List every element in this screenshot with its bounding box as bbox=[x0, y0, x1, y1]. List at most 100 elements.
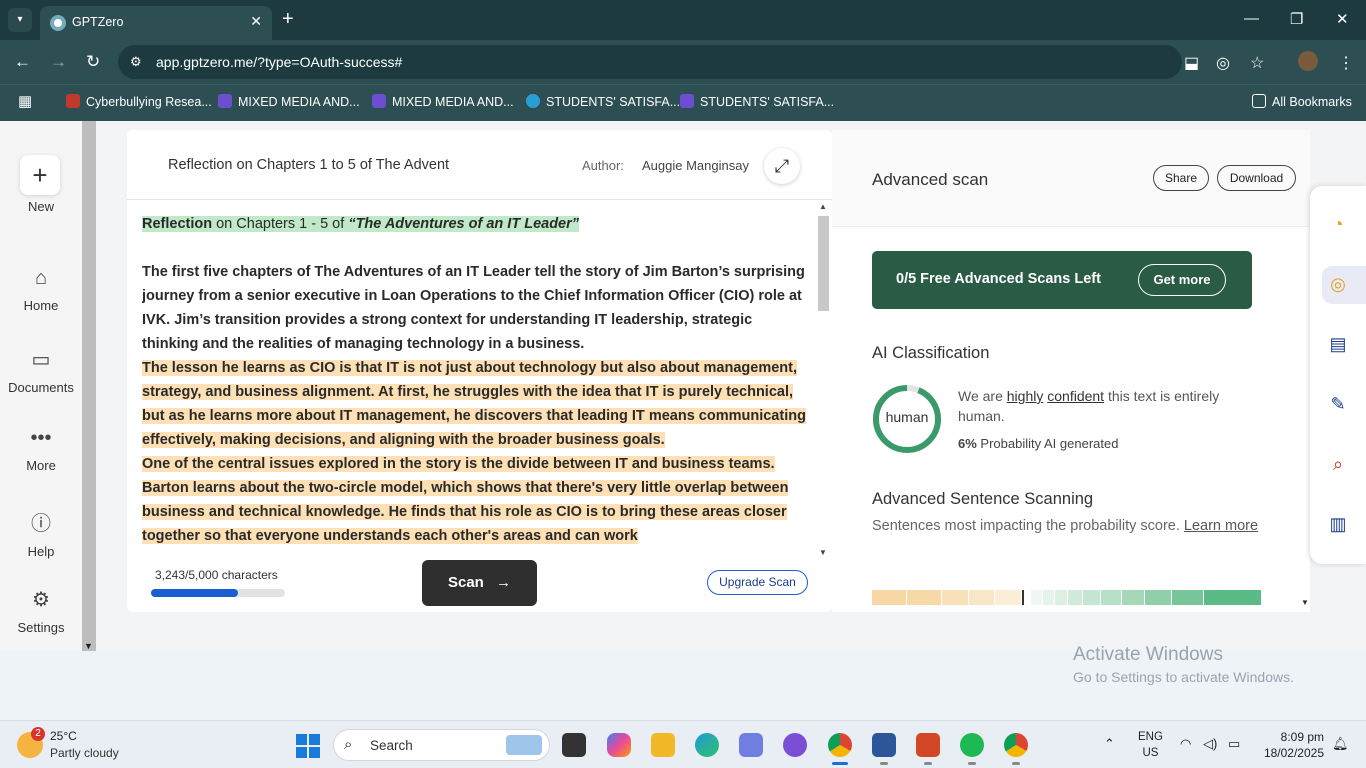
forward-icon[interactable]: → bbox=[50, 52, 67, 72]
chrome-icon[interactable] bbox=[828, 733, 852, 757]
bookmark-item[interactable]: Cyberbullying Resea... bbox=[66, 94, 212, 109]
ai-scan-icon[interactable]: ◔ bbox=[1324, 210, 1352, 238]
get-more-button[interactable]: Get more bbox=[1138, 264, 1226, 296]
page-scrollbar[interactable]: ▼ bbox=[82, 121, 96, 651]
sidebar-item-new-label[interactable]: New bbox=[0, 199, 82, 214]
download-button[interactable]: Download bbox=[1217, 165, 1296, 191]
confident-link[interactable]: confident bbox=[1047, 388, 1104, 404]
all-bookmarks[interactable]: All Bookmarks bbox=[1252, 94, 1352, 109]
scroll-up-icon[interactable]: ▲ bbox=[819, 202, 827, 211]
home-icon: ⌂ bbox=[34, 267, 48, 289]
start-button[interactable] bbox=[296, 734, 320, 758]
window-close-icon[interactable]: ✕ bbox=[1336, 10, 1349, 28]
tab-title: GPTZero bbox=[72, 15, 124, 29]
highly-link[interactable]: highly bbox=[1007, 388, 1044, 404]
bookmark-favicon-icon bbox=[680, 94, 694, 108]
sidebar-item-home[interactable]: ⌂ Home bbox=[0, 267, 82, 313]
sidebar-item-more[interactable]: ••• More bbox=[0, 427, 82, 473]
editor-scrollbar-thumb[interactable] bbox=[818, 216, 829, 311]
bookmark-item[interactable]: MIXED MEDIA AND... bbox=[218, 94, 360, 109]
advanced-scan-icon[interactable]: ◎ bbox=[1324, 270, 1352, 298]
bookmark-star-icon[interactable]: ☆ bbox=[1250, 53, 1264, 73]
plus-icon: + bbox=[32, 160, 48, 190]
heatmap-segment bbox=[1121, 590, 1146, 605]
bookmark-item[interactable]: STUDENTS' SATISFA... bbox=[526, 94, 680, 109]
chevron-up-icon[interactable]: ⌃ bbox=[1104, 736, 1115, 752]
sidebar-item-settings[interactable]: ⚙ Settings bbox=[0, 587, 82, 635]
report-icon[interactable]: ▥ bbox=[1324, 510, 1352, 538]
taskbar-search[interactable]: ⌕ Search bbox=[333, 729, 550, 761]
edit-document-icon[interactable]: ✎ bbox=[1324, 390, 1352, 418]
install-app-icon[interactable]: ⬓ bbox=[1184, 53, 1199, 73]
heatmap-segment bbox=[942, 590, 969, 605]
sidebar-item-documents[interactable]: ▭ Documents bbox=[0, 347, 82, 395]
scrollbar-thumb[interactable] bbox=[82, 121, 96, 623]
word-icon[interactable] bbox=[872, 733, 896, 757]
sentence-scanning-desc: Sentences most impacting the probability… bbox=[872, 518, 1259, 534]
language-indicator[interactable]: ENG US bbox=[1138, 729, 1163, 761]
bookmark-item[interactable]: MIXED MEDIA AND... bbox=[372, 94, 514, 109]
sidebar-item-help[interactable]: ⓘ Help bbox=[0, 507, 82, 559]
confidence-text: We are highly confident this text is ent… bbox=[958, 388, 1220, 424]
upgrade-scan-button[interactable]: Upgrade Scan bbox=[707, 570, 808, 595]
search-document-icon[interactable]: ⌕ bbox=[1324, 450, 1352, 478]
volume-icon[interactable]: ◁) bbox=[1203, 736, 1217, 752]
folder-icon: ▭ bbox=[31, 349, 51, 371]
weather-temperature[interactable]: 25°C bbox=[50, 729, 77, 743]
weather-description[interactable]: Partly cloudy bbox=[50, 746, 119, 760]
tracking-off-icon[interactable]: ◎ bbox=[1216, 53, 1230, 73]
scroll-down-icon[interactable]: ▼ bbox=[819, 548, 827, 557]
bookmark-favicon-icon bbox=[66, 94, 80, 108]
powerpoint-icon[interactable] bbox=[916, 733, 940, 757]
new-tab-button[interactable]: + bbox=[282, 8, 294, 30]
chrome-running-indicator bbox=[832, 762, 848, 765]
notification-bell-icon[interactable]: 🔔︎ bbox=[1332, 736, 1349, 752]
edge-icon[interactable] bbox=[695, 733, 719, 757]
bookmark-favicon-icon bbox=[526, 94, 540, 108]
tab-search-button[interactable]: ▾ bbox=[8, 8, 32, 32]
photos-app-icon[interactable] bbox=[739, 733, 763, 757]
menu-kebab-icon[interactable]: ⋮ bbox=[1338, 53, 1354, 73]
character-count: 3,243/5,000 characters bbox=[155, 568, 278, 582]
reload-icon[interactable]: ↻ bbox=[86, 52, 100, 72]
sentence-heatmap-bar[interactable] bbox=[872, 590, 1263, 605]
author-field[interactable]: Auggie Manginsay bbox=[642, 158, 752, 173]
editor-header: Reflection on Chapters 1 to 5 of The Adv… bbox=[127, 130, 832, 200]
address-bar[interactable]: ⚙ app.gptzero.me/?type=OAuth-success# bbox=[118, 45, 1182, 79]
new-document-button[interactable]: + bbox=[20, 155, 60, 195]
battery-icon[interactable]: ▭ bbox=[1228, 736, 1240, 752]
apps-grid-icon[interactable]: ▦ bbox=[18, 92, 32, 110]
tab-close-icon[interactable]: ✕ bbox=[250, 13, 262, 30]
document-title[interactable]: Reflection on Chapters 1 to 5 of The Adv… bbox=[168, 157, 449, 173]
heatmap-segment bbox=[995, 590, 1022, 605]
profile-avatar[interactable] bbox=[1298, 51, 1318, 71]
bookmark-item[interactable]: STUDENTS' SATISFA... bbox=[680, 94, 834, 109]
chrome-profile-running-indicator bbox=[1012, 762, 1020, 765]
editor-panel: Reflection on Chapters 1 to 5 of The Adv… bbox=[127, 130, 832, 612]
document-text-area[interactable]: Reflection on Chapters 1 - 5 of “The Adv… bbox=[142, 212, 812, 562]
restore-icon[interactable]: ❐ bbox=[1290, 10, 1303, 28]
viber-icon[interactable] bbox=[783, 733, 807, 757]
site-info-icon[interactable]: ⚙ bbox=[130, 54, 142, 70]
clock[interactable]: 8:09 pm 18/02/2025 bbox=[1258, 729, 1324, 761]
compare-icon[interactable]: ▤ bbox=[1324, 330, 1352, 358]
bookmarks-bar: ▦ Cyberbullying Resea... MIXED MEDIA AND… bbox=[0, 84, 1366, 121]
file-explorer-icon[interactable] bbox=[651, 733, 675, 757]
chrome-profile-icon[interactable] bbox=[1004, 733, 1028, 757]
tab-gptzero[interactable]: GPTZero ✕ bbox=[40, 6, 272, 40]
minimize-icon[interactable]: — bbox=[1244, 10, 1259, 27]
heatmap-segment bbox=[1204, 590, 1263, 605]
copilot-icon[interactable] bbox=[607, 733, 631, 757]
scroll-down-icon[interactable]: ▼ bbox=[1301, 598, 1309, 607]
spotify-icon[interactable] bbox=[960, 733, 984, 757]
learn-more-link[interactable]: Learn more bbox=[1184, 518, 1258, 534]
task-view-icon[interactable] bbox=[562, 733, 586, 757]
editor-scrollbar[interactable]: ▲ ▼ bbox=[816, 202, 830, 557]
expand-button[interactable]: ⤢ bbox=[764, 148, 800, 184]
scroll-down-icon[interactable]: ▼ bbox=[84, 641, 93, 651]
share-button[interactable]: Share bbox=[1153, 165, 1209, 191]
back-icon[interactable]: ← bbox=[14, 52, 31, 72]
scan-button[interactable]: Scan → bbox=[422, 560, 537, 606]
character-progress-bar bbox=[151, 589, 285, 597]
wifi-icon[interactable]: ◠ bbox=[1180, 736, 1191, 752]
